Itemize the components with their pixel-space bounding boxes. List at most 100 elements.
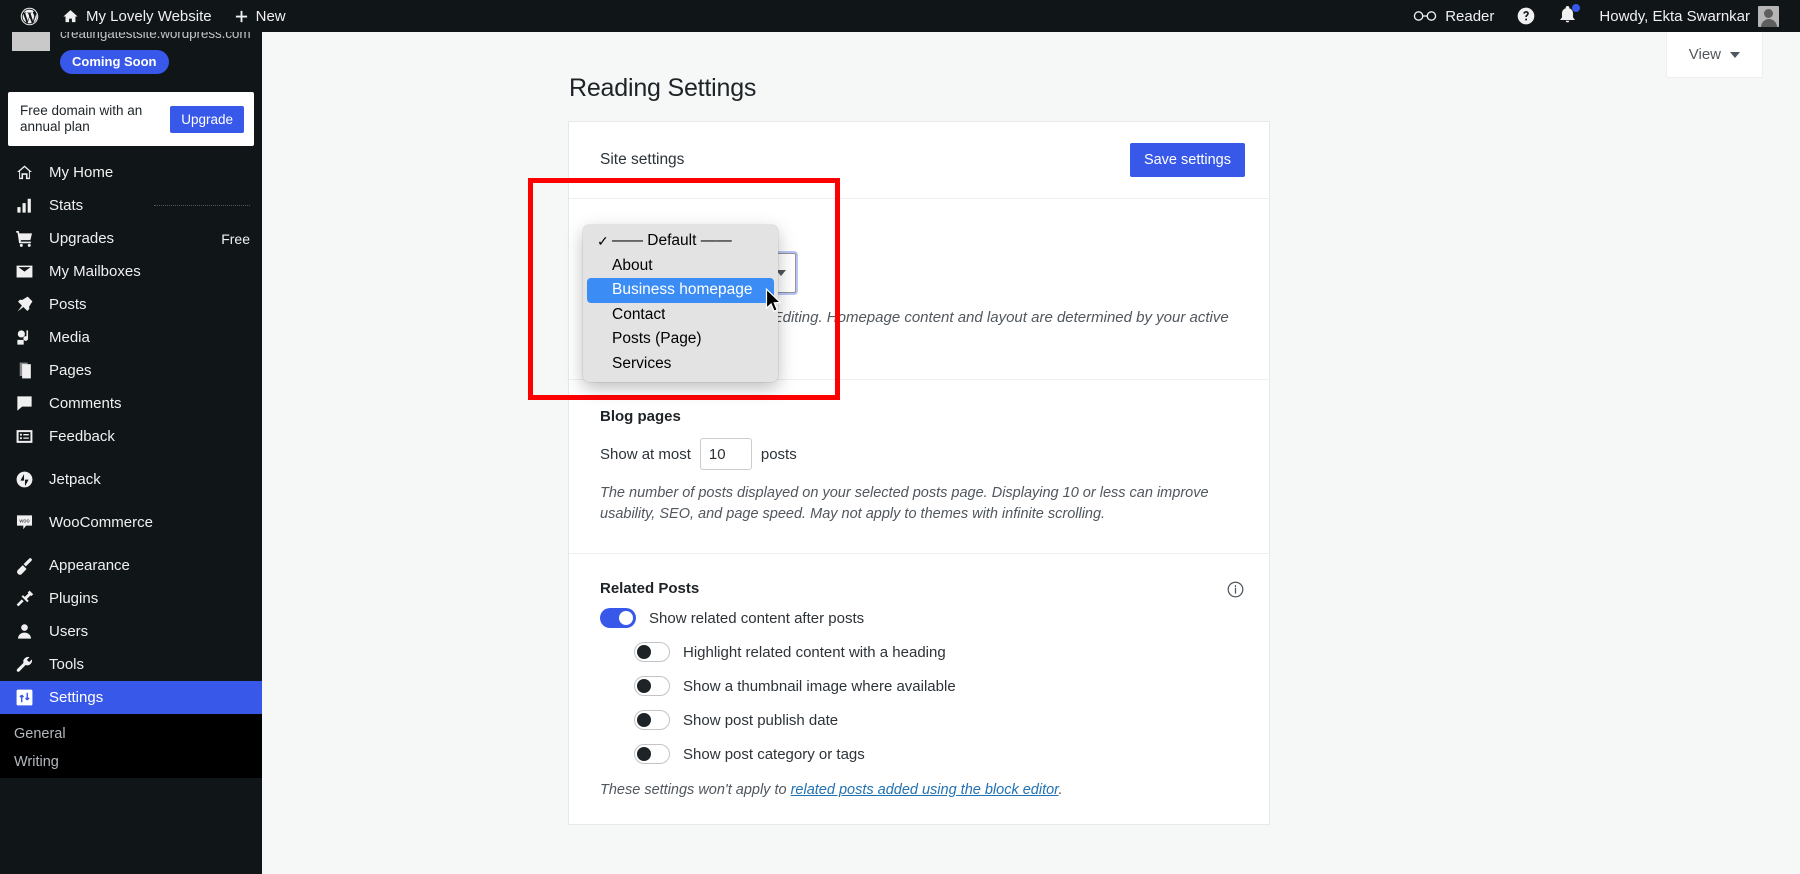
wordpress-icon <box>20 7 39 25</box>
new-content-button[interactable]: New <box>223 0 297 32</box>
save-settings-button[interactable]: Save settings <box>1129 143 1245 177</box>
reader-button[interactable]: Reader <box>1402 0 1505 32</box>
popup-option-posts-page[interactable]: Posts (Page) <box>587 327 774 352</box>
sidebar-item-label: Stats <box>49 197 84 214</box>
sidebar-item-feedback[interactable]: Feedback <box>0 420 262 453</box>
popup-option-label: Business homepage <box>612 281 753 299</box>
user-account-button[interactable]: Howdy, Ekta Swarnkar <box>1588 0 1790 32</box>
site-thumbnail <box>12 32 50 51</box>
mail-icon <box>14 261 35 282</box>
upsell-card: Free domain with an annual plan Upgrade <box>8 92 254 146</box>
howdy-label: Howdy, Ekta Swarnkar <box>1599 7 1750 25</box>
sidebar-item-settings[interactable]: Settings <box>0 681 262 714</box>
show-related-content-toggle[interactable] <box>600 608 636 628</box>
submenu-item-general[interactable]: General <box>0 720 262 748</box>
jetpack-icon <box>14 469 35 490</box>
comment-icon <box>14 393 35 414</box>
admin-bar-right: Reader Howdy, Ekta Swarnkar <box>1402 0 1800 32</box>
sidebar-item-label: My Mailboxes <box>49 263 141 280</box>
feedback-icon <box>14 426 35 447</box>
related-posts-title: Related Posts <box>600 580 700 597</box>
toggle-knob <box>637 747 651 761</box>
show-at-most-label: Show at most <box>600 445 691 463</box>
show-related-content-label: Show related content after posts <box>649 609 865 627</box>
show-publish-date-toggle[interactable] <box>634 710 670 730</box>
popup-option-about[interactable]: About <box>587 254 774 279</box>
view-label: View <box>1688 46 1721 63</box>
sidebar-item-label: Tools <box>49 656 85 673</box>
sidebar-menu: My Home Stats Upgrades Free My Mailboxes… <box>0 156 262 778</box>
wrench-icon <box>14 654 35 675</box>
pages-icon <box>14 360 35 381</box>
sidebar-item-comments[interactable]: Comments <box>0 387 262 420</box>
popup-option-label: About <box>612 256 653 274</box>
toggle-knob <box>637 679 651 693</box>
sidebar-item-stats[interactable]: Stats <box>0 189 262 222</box>
sidebar-item-media[interactable]: Media <box>0 321 262 354</box>
sidebar-item-label: Appearance <box>49 557 130 574</box>
notification-dot <box>1572 3 1581 12</box>
sidebar-item-label: Users <box>49 623 89 640</box>
toggle-knob <box>637 713 651 727</box>
popup-option-business-homepage[interactable]: Business homepage <box>587 278 774 303</box>
help-button[interactable] <box>1505 0 1547 32</box>
blog-pages-row: Blog pages Show at most posts The number… <box>569 380 1269 554</box>
wordpress-logo-button[interactable] <box>8 0 51 32</box>
view-dropdown-button[interactable]: View <box>1666 32 1762 77</box>
site-settings-row: Site settings Save settings <box>569 122 1269 199</box>
sidebar-item-woocommerce[interactable]: woo WooCommerce <box>0 506 262 539</box>
site-header: creatingatestsite.wordpress.com Coming S… <box>0 32 262 82</box>
sidebar-item-label: WooCommerce <box>49 514 153 531</box>
page-title: Reading Settings <box>569 74 757 102</box>
new-label: New <box>255 7 286 25</box>
plug-icon <box>14 588 35 609</box>
notifications-button[interactable] <box>1547 0 1588 32</box>
sidebar-item-upgrades[interactable]: Upgrades Free <box>0 222 262 255</box>
woo-icon: woo <box>14 512 35 533</box>
mouse-cursor <box>765 287 783 319</box>
upgrade-button[interactable]: Upgrade <box>170 105 244 133</box>
coming-soon-badge[interactable]: Coming Soon <box>60 50 169 74</box>
info-icon[interactable] <box>1226 580 1245 599</box>
homepage-select-popup[interactable]: ✓ —— Default —— About Business homepage … <box>583 225 778 382</box>
sidebar-item-posts[interactable]: Posts <box>0 288 262 321</box>
sidebar-item-pages[interactable]: Pages <box>0 354 262 387</box>
sidebar-item-users[interactable]: Users <box>0 615 262 648</box>
toggle-knob <box>637 645 651 659</box>
pin-icon <box>14 294 35 315</box>
media-icon <box>14 327 35 348</box>
checkmark-icon: ✓ <box>597 232 609 249</box>
block-editor-link[interactable]: related posts added using the block edit… <box>791 782 1059 798</box>
sidebar-item-jetpack[interactable]: Jetpack <box>0 463 262 496</box>
sidebar-item-label: Media <box>49 329 90 346</box>
sidebar-item-my-home[interactable]: My Home <box>0 156 262 189</box>
posts-per-page-input[interactable] <box>699 438 752 470</box>
site-name-button[interactable]: My Lovely Website <box>51 0 223 32</box>
show-thumbnail-toggle[interactable] <box>634 676 670 696</box>
avatar <box>1758 5 1779 27</box>
help-circle-icon <box>1518 7 1535 25</box>
posts-suffix-label: posts <box>760 445 797 463</box>
menu-separator <box>0 453 262 463</box>
sidebar-item-plugins[interactable]: Plugins <box>0 582 262 615</box>
popup-option-services[interactable]: Services <box>587 352 774 377</box>
popup-option-contact[interactable]: Contact <box>587 303 774 328</box>
popup-option-label: Services <box>612 354 672 372</box>
blog-pages-line: Show at most posts <box>600 438 1245 470</box>
popup-option-default[interactable]: ✓ —— Default —— <box>587 229 774 254</box>
sidebar-item-tools[interactable]: Tools <box>0 648 262 681</box>
sidebar-item-appearance[interactable]: Appearance <box>0 549 262 582</box>
admin-bar-left: My Lovely Website New <box>0 0 297 32</box>
sidebar-item-label: Plugins <box>49 590 99 607</box>
show-thumbnail-toggle-line: Show a thumbnail image where available <box>634 676 1245 696</box>
admin-sidebar: creatingatestsite.wordpress.com Coming S… <box>0 32 262 874</box>
show-category-tags-toggle[interactable] <box>634 744 670 764</box>
settings-submenu: General Writing <box>0 714 262 778</box>
sidebar-item-my-mailboxes[interactable]: My Mailboxes <box>0 255 262 288</box>
bell-wrapper <box>1558 3 1581 28</box>
submenu-item-writing[interactable]: Writing <box>0 748 262 776</box>
sidebar-item-label: Upgrades <box>49 230 115 247</box>
site-settings-header: Site settings Save settings <box>600 143 1245 177</box>
highlight-heading-toggle[interactable] <box>634 642 670 662</box>
stats-sparkline <box>154 205 250 206</box>
